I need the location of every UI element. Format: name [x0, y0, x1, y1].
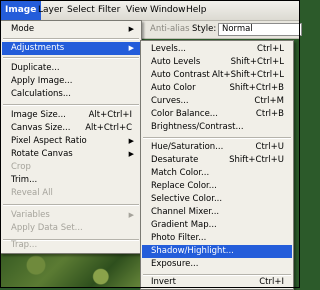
menu-item-label: Variables [11, 210, 50, 220]
style-select[interactable]: Normal [218, 23, 302, 36]
image-menu: Mode ▶ Adjustments ▶ Duplicate... Apply Im… [0, 20, 142, 254]
adjust-invert[interactable]: Invert Ctrl+I [142, 276, 292, 289]
shortcut-label: Alt+Ctrl+C [85, 123, 132, 133]
menu-item-label: Apply Image... [11, 76, 73, 86]
menu-item-label: Auto Color [151, 83, 196, 93]
menu-item-label: Shadow/Highlight... [151, 246, 234, 256]
adjustments-submenu: Levels... Ctrl+L Auto Levels Shift+Ctrl+L … [140, 40, 294, 290]
separator [3, 38, 139, 40]
submenu-arrow-icon: ▶ [128, 25, 134, 33]
shortcut-label: Ctrl+U [255, 142, 284, 152]
shortcut-label: Alt+Ctrl+I [88, 110, 132, 120]
menu-item-label: Duplicate... [11, 63, 60, 73]
separator [3, 204, 139, 206]
adjust-auto-levels[interactable]: Auto Levels Shift+Ctrl+L [142, 56, 292, 69]
shortcut-label: Ctrl+M [254, 96, 284, 106]
image-menu-duplicate[interactable]: Duplicate... [2, 62, 140, 75]
image-menu-image-size[interactable]: Image Size... Alt+Ctrl+I [2, 109, 140, 122]
menu-item-label: Color Balance... [151, 109, 218, 119]
adjust-auto-contrast[interactable]: Auto Contrast Alt+Shift+Ctrl+L [142, 69, 292, 82]
adjust-color-balance[interactable]: Color Balance... Ctrl+B [142, 108, 292, 121]
submenu-arrow-icon: ▶ [128, 211, 134, 219]
adjust-shadow-highlight[interactable]: Shadow/Highlight... [142, 245, 292, 258]
menu-item-label: Apply Data Set... [11, 223, 83, 233]
adjust-curves[interactable]: Curves... Ctrl+M [142, 95, 292, 108]
menu-item-label: Brightness/Contrast... [151, 122, 244, 132]
adjust-exposure[interactable]: Exposure... [142, 258, 292, 271]
image-menu-mode[interactable]: Mode ▶ [2, 23, 140, 36]
menu-item-label: Auto Contrast [151, 70, 210, 80]
menu-item-label: Selective Color... [151, 194, 223, 204]
menu-item-label: Reveal All [11, 188, 53, 198]
menu-item-label: Trap... [11, 240, 38, 250]
menu-help[interactable]: Help [181, 0, 212, 20]
adjust-auto-color[interactable]: Auto Color Shift+Ctrl+B [142, 82, 292, 95]
image-menu-apply-image[interactable]: Apply Image... [2, 75, 140, 88]
image-menu-calculations[interactable]: Calculations... [2, 88, 140, 101]
menu-item-label: Adjustments [11, 43, 65, 53]
canvas-image [0, 250, 144, 288]
adjust-replace-color[interactable]: Replace Color... [142, 180, 292, 193]
image-menu-trim[interactable]: Trim... [2, 174, 140, 187]
menu-item-label: Match Color... [151, 168, 210, 178]
adjust-brightness-contrast[interactable]: Brightness/Contrast... [142, 121, 292, 134]
menu-item-label: Curves... [151, 96, 189, 106]
shortcut-label: Shift+Ctrl+L [230, 57, 284, 67]
menu-item-label: Invert [151, 277, 176, 287]
shortcut-label: Shift+Ctrl+U [229, 155, 284, 165]
menu-item-label: Levels... [151, 44, 186, 54]
image-menu-variables[interactable]: Variables ▶ [2, 209, 140, 222]
antialias-label[interactable]: Anti-alias [150, 23, 190, 36]
menu-item-label: Crop [11, 162, 31, 172]
image-menu-trap[interactable]: Trap... [2, 239, 140, 252]
submenu-arrow-icon: ▶ [128, 150, 134, 158]
adjust-channel-mixer[interactable]: Channel Mixer... [142, 206, 292, 219]
menu-item-label: Exposure... [151, 259, 199, 269]
menu-item-label: Trim... [11, 175, 38, 185]
shortcut-label: Ctrl+L [257, 44, 284, 54]
menu-item-label: Replace Color... [151, 181, 217, 191]
submenu-arrow-icon: ▶ [128, 44, 134, 52]
adjust-hue-saturation[interactable]: Hue/Saturation... Ctrl+U [142, 141, 292, 154]
image-menu-reveal-all[interactable]: Reveal All [2, 187, 140, 200]
image-menu-canvas-size[interactable]: Canvas Size... Alt+Ctrl+C [2, 122, 140, 135]
image-menu-crop[interactable]: Crop [2, 161, 140, 174]
shortcut-label: Ctrl+B [255, 109, 284, 119]
image-menu-rotate-canvas[interactable]: Rotate Canvas ▶ [2, 148, 140, 161]
options-bar: Anti-alias Style: Normal [140, 21, 302, 39]
menu-item-label: Gradient Map... [151, 220, 217, 230]
menu-item-label: Hue/Saturation... [151, 142, 224, 152]
menu-item-label: Canvas Size... [11, 123, 71, 133]
menu-bar: Image Layer Select Filter View Window He… [0, 0, 300, 21]
shortcut-label: Ctrl+I [259, 277, 284, 287]
menu-item-label: Auto Levels [151, 57, 201, 67]
menu-item-label: Image Size... [11, 110, 66, 120]
adjust-photo-filter[interactable]: Photo Filter... [142, 232, 292, 245]
adjust-gradient-map[interactable]: Gradient Map... [142, 219, 292, 232]
image-menu-pixel-aspect-ratio[interactable]: Pixel Aspect Ratio ▶ [2, 135, 140, 148]
separator [3, 57, 139, 59]
adjust-match-color[interactable]: Match Color... [142, 167, 292, 180]
adjust-levels[interactable]: Levels... Ctrl+L [142, 43, 292, 56]
menu-item-label: Pixel Aspect Ratio [11, 136, 87, 146]
separator [143, 137, 291, 139]
shortcut-label: Shift+Ctrl+B [229, 83, 284, 93]
menu-item-label: Channel Mixer... [151, 207, 220, 217]
menu-item-label: Mode [11, 24, 35, 34]
menu-item-label: Rotate Canvas [11, 149, 73, 159]
style-label: Style: [192, 24, 217, 34]
shortcut-label: Alt+Shift+Ctrl+L [211, 70, 284, 80]
menu-item-label: Photo Filter... [151, 233, 207, 243]
image-menu-adjustments[interactable]: Adjustments ▶ [2, 42, 140, 55]
separator [3, 104, 139, 106]
menu-item-label: Calculations... [11, 89, 71, 99]
image-menu-apply-data-set[interactable]: Apply Data Set... [2, 222, 140, 235]
submenu-arrow-icon: ▶ [128, 137, 134, 145]
adjust-selective-color[interactable]: Selective Color... [142, 193, 292, 206]
menu-item-label: Desaturate [151, 155, 199, 165]
adjust-desaturate[interactable]: Desaturate Shift+Ctrl+U [142, 154, 292, 167]
